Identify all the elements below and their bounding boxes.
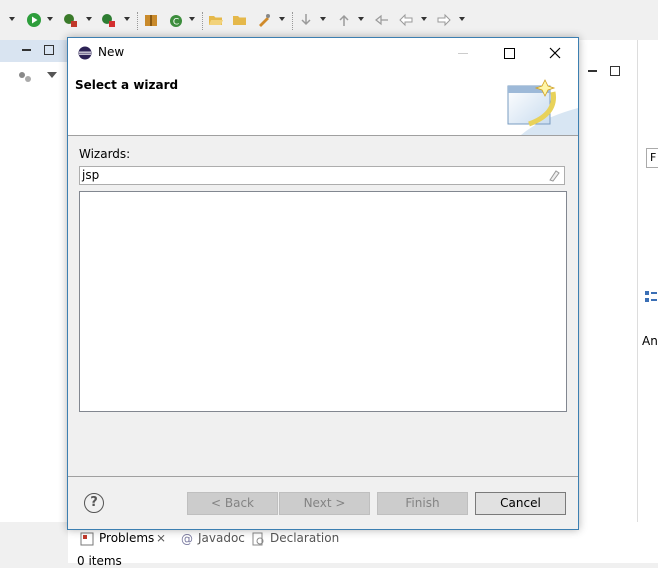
close-icon[interactable]: ⨯ [156, 531, 166, 545]
tab-declaration[interactable]: Declaration [270, 531, 339, 545]
wizard-banner: Select a wizard [68, 68, 578, 136]
right-view: F An [637, 40, 658, 522]
dialog-titlebar[interactable]: New [68, 38, 578, 68]
last-edit-icon[interactable] [374, 12, 390, 28]
run-icon[interactable] [26, 12, 42, 28]
finish-button[interactable]: Finish [377, 492, 468, 515]
next-button[interactable]: Next > [279, 492, 370, 515]
edit-dropdown-icon[interactable] [279, 17, 285, 21]
open-folder-icon[interactable] [208, 12, 224, 28]
banner-title: Select a wizard [75, 78, 179, 92]
debug-dropdown-icon[interactable] [86, 17, 92, 21]
declaration-icon [252, 532, 264, 546]
debug-icon[interactable] [62, 12, 78, 28]
edit-icon[interactable] [256, 12, 272, 28]
filter-value: jsp [82, 168, 100, 182]
toolbar-separator [292, 12, 294, 30]
new-class-icon[interactable]: C [168, 12, 184, 28]
run-dropdown-icon[interactable] [47, 17, 53, 21]
new-wizard-banner-icon [507, 79, 578, 135]
new-wizard-dialog: New Select a wizard Wizards: jsp ? < Bac… [67, 37, 579, 530]
eclipse-icon [78, 46, 92, 60]
new-dropdown-icon[interactable] [189, 17, 195, 21]
next-annotation-icon[interactable] [298, 12, 314, 28]
back-button[interactable]: < Back [187, 492, 278, 515]
previous-annotation-icon[interactable] [336, 12, 352, 28]
clear-filter-icon[interactable] [548, 169, 561, 182]
left-view [0, 40, 68, 522]
dialog-title: New [98, 45, 125, 59]
close-button[interactable] [532, 38, 578, 68]
editor-area [577, 40, 637, 522]
close-icon [549, 47, 561, 59]
cancel-button[interactable]: Cancel [475, 492, 566, 515]
package-icon[interactable] [143, 12, 159, 28]
dropdown-arrow-icon[interactable] [9, 17, 15, 21]
link-editor-icon[interactable] [17, 69, 33, 85]
help-button[interactable]: ? [84, 493, 104, 513]
maximize-view-icon[interactable] [44, 45, 54, 55]
minimize-view-icon[interactable] [588, 70, 597, 72]
dialog-separator [68, 476, 578, 477]
coverage-dropdown-icon[interactable] [124, 17, 130, 21]
left-view-header [0, 40, 68, 62]
maximize-button[interactable] [486, 38, 532, 68]
forward-dropdown-icon[interactable] [459, 17, 465, 21]
maximize-icon [503, 47, 515, 59]
coverage-icon[interactable] [100, 12, 116, 28]
outline-message: An [642, 334, 658, 348]
next-annotation-dropdown-icon[interactable] [320, 17, 326, 21]
main-toolbar: C [0, 0, 658, 40]
wizards-label: Wizards: [79, 147, 131, 161]
javadoc-icon: @ [181, 532, 193, 546]
problems-icon [80, 532, 94, 546]
maximize-view-icon[interactable] [610, 66, 620, 76]
wizard-tree[interactable] [79, 191, 567, 412]
svg-text:C: C [173, 18, 179, 28]
view-menu-icon[interactable] [47, 72, 57, 78]
outline-icon[interactable] [644, 290, 658, 304]
forward-arrow-icon[interactable] [436, 12, 452, 28]
back-arrow-icon[interactable] [398, 12, 414, 28]
minimize-icon [458, 52, 468, 54]
back-dropdown-icon[interactable] [421, 17, 427, 21]
wizard-filter-input[interactable]: jsp [79, 166, 565, 185]
previous-annotation-dropdown-icon[interactable] [358, 17, 364, 21]
tab-javadoc[interactable]: Javadoc [198, 531, 245, 545]
toolbar-separator [202, 12, 204, 30]
outline-filter-field[interactable]: F [646, 148, 658, 168]
minimize-button[interactable] [440, 38, 486, 68]
open-file-icon[interactable] [232, 12, 248, 28]
tab-problems[interactable]: Problems [99, 531, 154, 545]
minimize-view-icon[interactable] [22, 49, 31, 51]
status-count: 0 items [77, 554, 122, 568]
toolbar-separator [137, 12, 139, 30]
